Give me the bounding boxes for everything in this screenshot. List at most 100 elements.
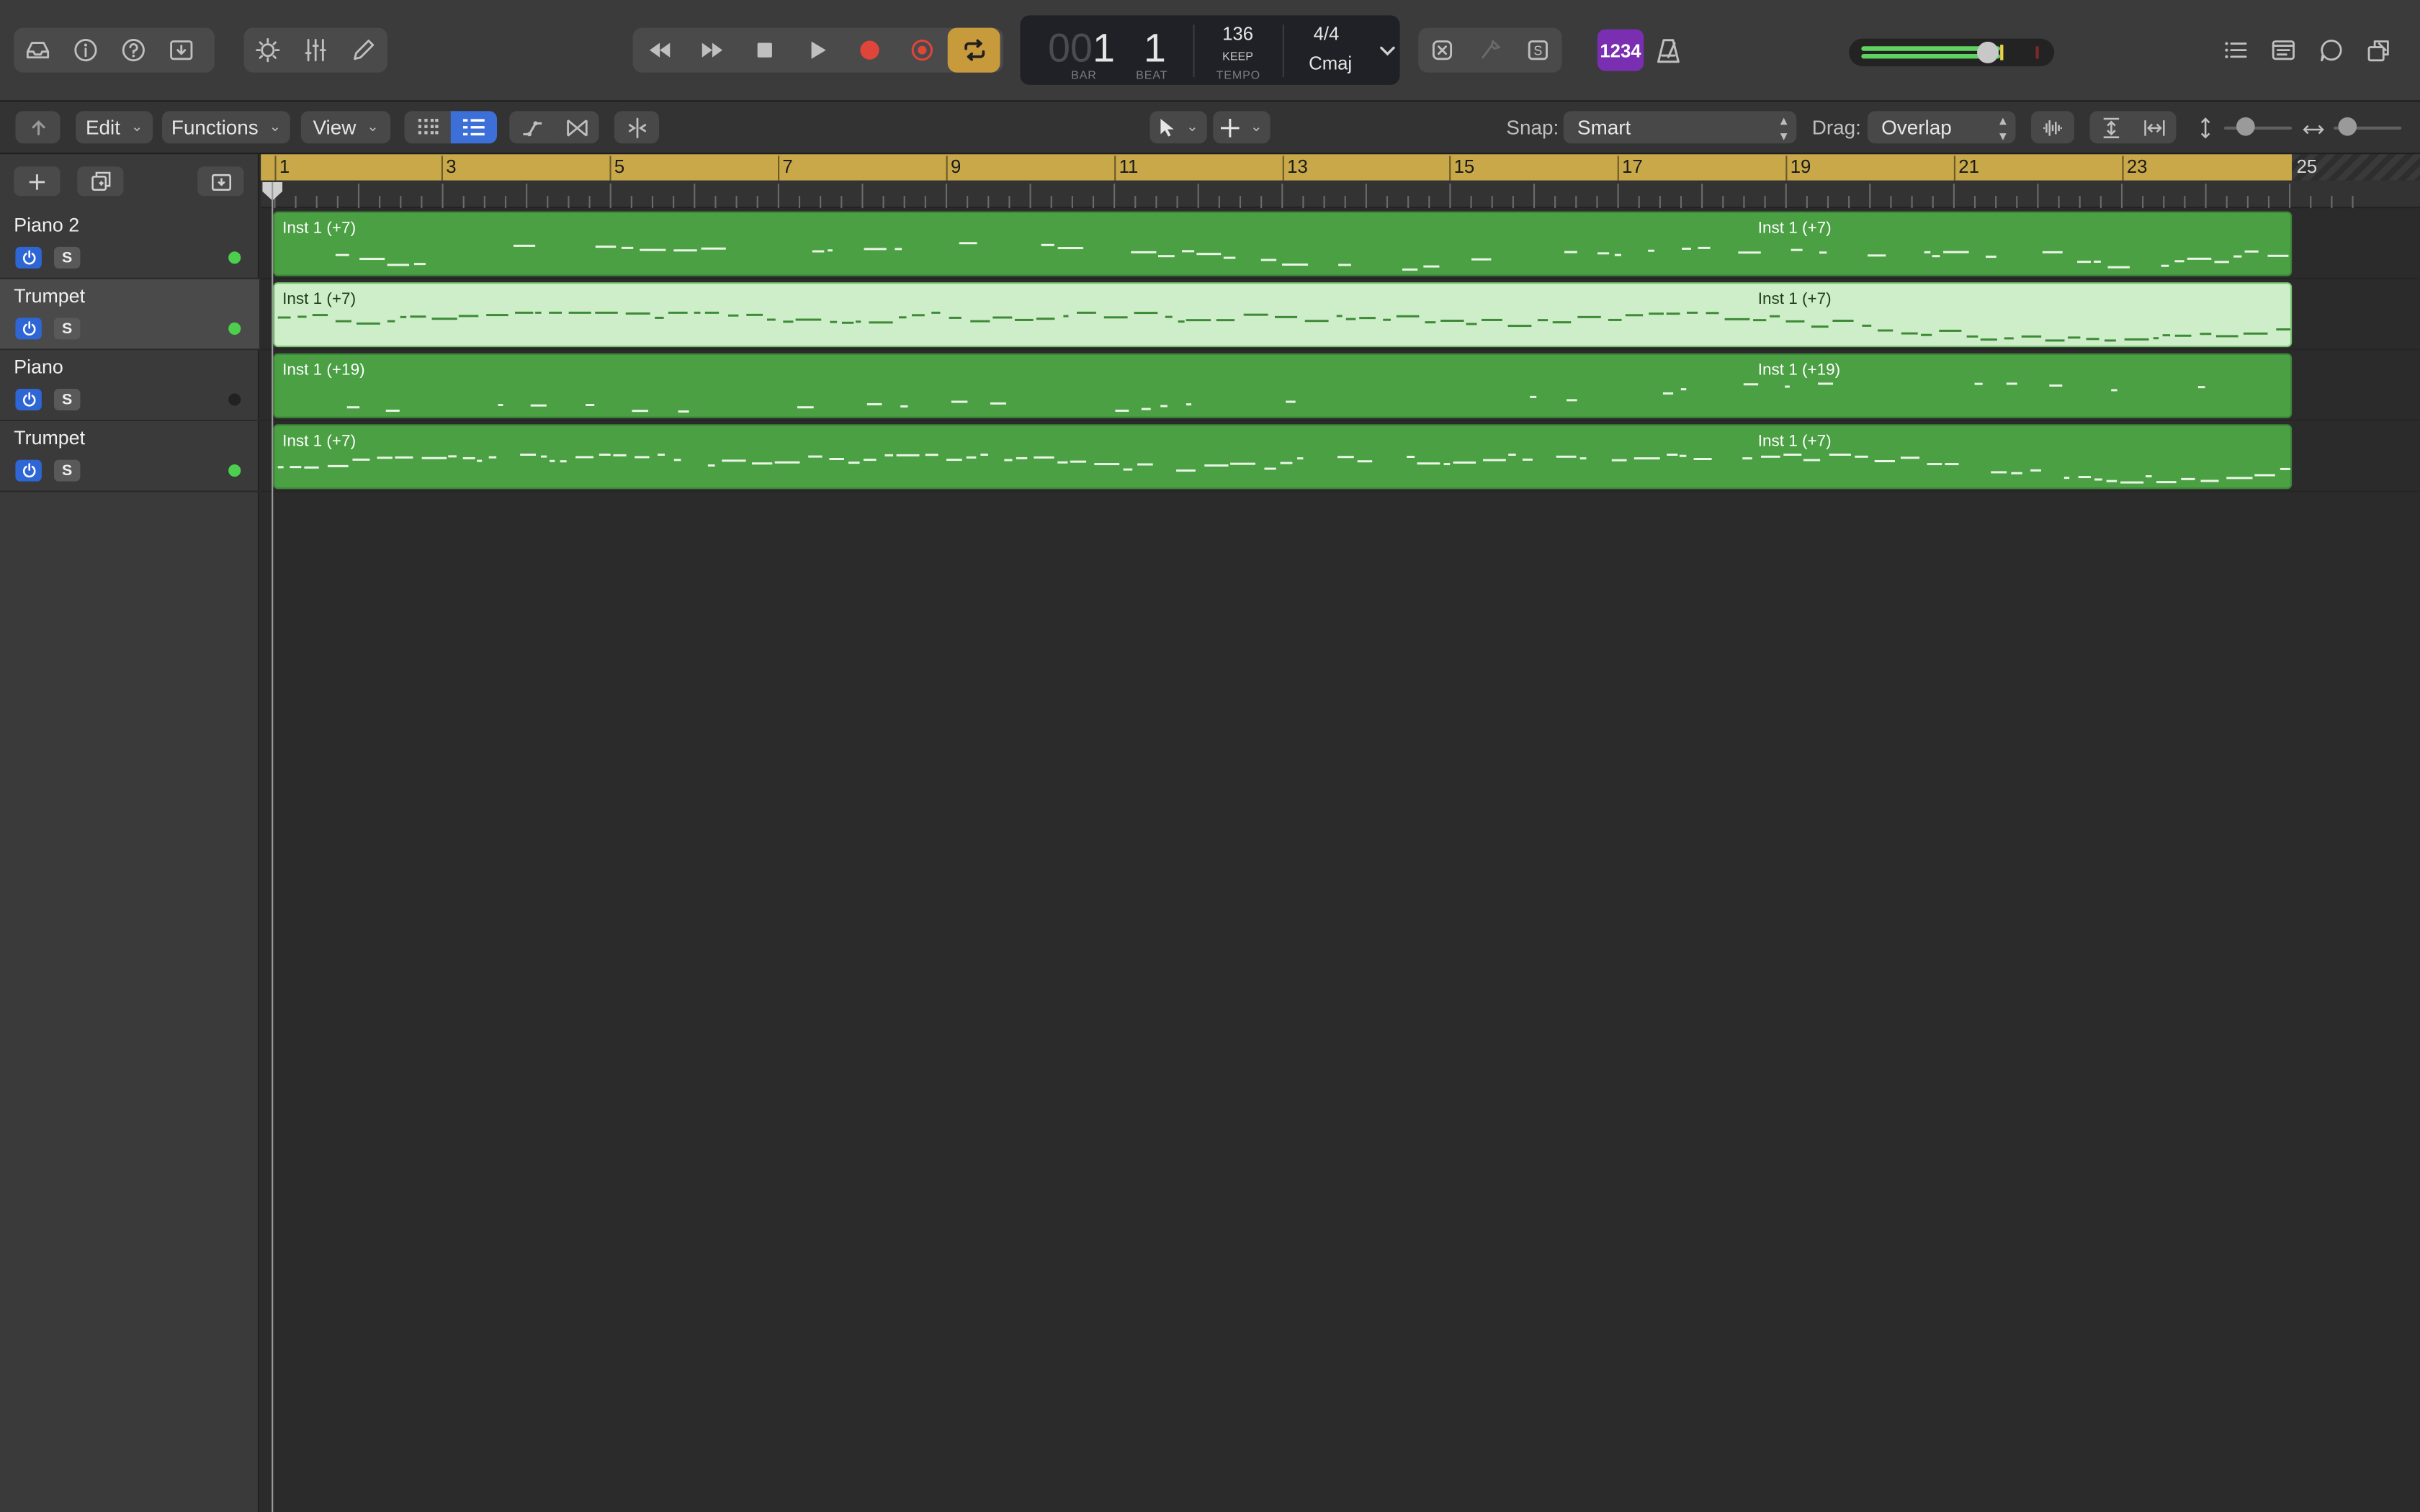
help-icon[interactable] bbox=[109, 28, 157, 73]
rewind-icon[interactable] bbox=[633, 28, 686, 73]
waveform-zoom-icon[interactable] bbox=[2031, 111, 2074, 144]
stop-icon[interactable] bbox=[738, 28, 790, 73]
volume-knob[interactable] bbox=[1977, 41, 1999, 63]
back-up-arrow-icon[interactable] bbox=[15, 111, 60, 144]
note-pad-icon[interactable] bbox=[2259, 28, 2307, 73]
drag-select[interactable]: Overlap ▴ ▾ bbox=[1867, 111, 2016, 144]
midi-region-selected[interactable]: Inst 1 (+7) Inst 1 (+7) bbox=[273, 282, 2293, 348]
midi-note bbox=[1556, 455, 1577, 458]
lcd-display[interactable]: 001 1 BAR BEAT 136 KEEP TEMPO 4/4 Cmaj bbox=[1020, 15, 1400, 85]
track-lane[interactable]: Inst 1 (+7) Inst 1 (+7) bbox=[261, 208, 2420, 279]
midi-note bbox=[949, 316, 962, 319]
edit-menu[interactable]: Edit ⌄ bbox=[76, 111, 153, 144]
midi-note bbox=[1165, 315, 1173, 318]
catch-playhead-icon[interactable] bbox=[614, 111, 659, 144]
midi-note bbox=[613, 454, 627, 456]
media-browser-icon[interactable] bbox=[2355, 28, 2403, 73]
track-header[interactable]: Trumpet S bbox=[0, 279, 259, 351]
midi-note bbox=[1761, 455, 1780, 458]
midi-note bbox=[1662, 392, 1674, 395]
track-solo-button[interactable]: S bbox=[54, 246, 81, 269]
track-header[interactable]: Piano 2 S bbox=[0, 208, 259, 279]
midi-note bbox=[477, 459, 483, 462]
midi-region[interactable]: Inst 1 (+7) Inst 1 (+7) bbox=[273, 211, 2293, 276]
tuner-icon[interactable] bbox=[1466, 28, 1514, 73]
midi-note bbox=[1181, 250, 1195, 253]
track-lane[interactable]: Inst 1 (+7) Inst 1 (+7) bbox=[261, 279, 2420, 351]
library-icon[interactable] bbox=[14, 28, 61, 73]
zoom-horizontal-fit-icon[interactable] bbox=[2133, 111, 2177, 144]
track-power-icon[interactable] bbox=[15, 459, 42, 482]
midi-note bbox=[2006, 382, 2017, 385]
import-button[interactable] bbox=[197, 166, 244, 197]
track-header[interactable]: Trumpet S bbox=[0, 421, 259, 492]
track-name[interactable]: Trumpet bbox=[14, 285, 85, 307]
midi-region[interactable]: Inst 1 (+7) Inst 1 (+7) bbox=[273, 424, 2293, 490]
bar-number: 3 bbox=[446, 156, 457, 178]
track-power-icon[interactable] bbox=[15, 318, 42, 340]
midi-note bbox=[746, 313, 763, 316]
bar-tick bbox=[2122, 156, 2124, 181]
play-icon[interactable] bbox=[790, 28, 843, 73]
metronome-icon[interactable] bbox=[1654, 37, 1682, 72]
loop-browser-icon[interactable] bbox=[2308, 28, 2355, 73]
view-menu[interactable]: View ⌄ bbox=[300, 111, 391, 144]
list-editors-icon[interactable] bbox=[2212, 28, 2259, 73]
record-icon[interactable] bbox=[843, 28, 895, 73]
lcd-chevron-down-icon[interactable] bbox=[1379, 40, 1397, 68]
horizontal-zoom-knob[interactable] bbox=[2338, 117, 2357, 136]
midi-note bbox=[395, 456, 413, 459]
ruler[interactable]: 1 3 5 7 9 11 13 15 17 19 21 23 25 bbox=[261, 154, 2420, 181]
grid-view-button[interactable] bbox=[404, 111, 451, 144]
zoom-vertical-fit-icon[interactable] bbox=[2089, 111, 2133, 144]
midi-note bbox=[2093, 260, 2101, 263]
fast-forward-icon[interactable] bbox=[685, 28, 738, 73]
vertical-zoom-slider[interactable] bbox=[2223, 126, 2293, 130]
track-name[interactable]: Piano 2 bbox=[14, 215, 79, 236]
replace-icon[interactable] bbox=[1418, 28, 1466, 73]
arrange-area[interactable]: 1 3 5 7 9 11 13 15 17 19 21 23 25 Inst 1… bbox=[261, 154, 2420, 1512]
pencil-icon[interactable] bbox=[339, 28, 387, 73]
midi-note bbox=[335, 320, 351, 323]
midi-note bbox=[1667, 454, 1678, 456]
pointer-tool-menu[interactable]: ⌄ bbox=[1150, 111, 1207, 144]
ruler-beat-strip[interactable] bbox=[261, 180, 2420, 209]
count-in-button[interactable]: 1234 bbox=[1597, 29, 1644, 71]
flex-icon[interactable] bbox=[554, 111, 599, 144]
track-power-icon[interactable] bbox=[15, 389, 42, 410]
snap-select[interactable]: Smart ▴ ▾ bbox=[1563, 111, 1797, 144]
master-volume-slider[interactable] bbox=[1849, 38, 2055, 67]
duplicate-track-button[interactable] bbox=[77, 166, 124, 197]
automation-icon[interactable] bbox=[509, 111, 555, 144]
track-lane[interactable]: Inst 1 (+7) Inst 1 (+7) bbox=[261, 421, 2420, 492]
playhead-line[interactable] bbox=[272, 181, 274, 1512]
midi-note bbox=[1336, 315, 1343, 318]
marquee-tool-menu[interactable]: ⌄ bbox=[1213, 111, 1270, 144]
track-power-icon[interactable] bbox=[15, 246, 42, 269]
track-header[interactable]: Piano S bbox=[0, 350, 259, 421]
midi-note bbox=[1004, 459, 1013, 462]
mixer-icon[interactable] bbox=[292, 28, 339, 73]
tracks-view-button[interactable] bbox=[450, 111, 497, 144]
download-icon[interactable] bbox=[158, 28, 205, 73]
lcd-beat-value: 1 bbox=[1143, 24, 1166, 71]
brightness-icon[interactable] bbox=[244, 28, 292, 73]
midi-region[interactable]: Inst 1 (+19) Inst 1 (+19) bbox=[273, 353, 2293, 418]
cycle-icon[interactable] bbox=[947, 27, 1000, 73]
midi-note bbox=[828, 249, 833, 252]
track-name[interactable]: Trumpet bbox=[14, 428, 85, 449]
track-solo-button[interactable]: S bbox=[54, 459, 81, 482]
midi-note bbox=[1160, 405, 1168, 408]
vertical-zoom-knob[interactable] bbox=[2236, 117, 2255, 136]
capture-record-icon[interactable] bbox=[895, 28, 948, 73]
midi-note bbox=[277, 316, 291, 319]
track-name[interactable]: Piano bbox=[14, 356, 63, 378]
track-solo-button[interactable]: S bbox=[54, 318, 81, 340]
info-icon[interactable] bbox=[62, 28, 109, 73]
solo-mode-icon[interactable]: S bbox=[1514, 28, 1561, 73]
track-solo-button[interactable]: S bbox=[54, 389, 81, 410]
midi-note bbox=[1939, 329, 1962, 332]
track-lane[interactable]: Inst 1 (+19) Inst 1 (+19) bbox=[261, 350, 2420, 421]
add-track-button[interactable] bbox=[14, 166, 60, 197]
functions-menu[interactable]: Functions ⌄ bbox=[162, 111, 290, 144]
